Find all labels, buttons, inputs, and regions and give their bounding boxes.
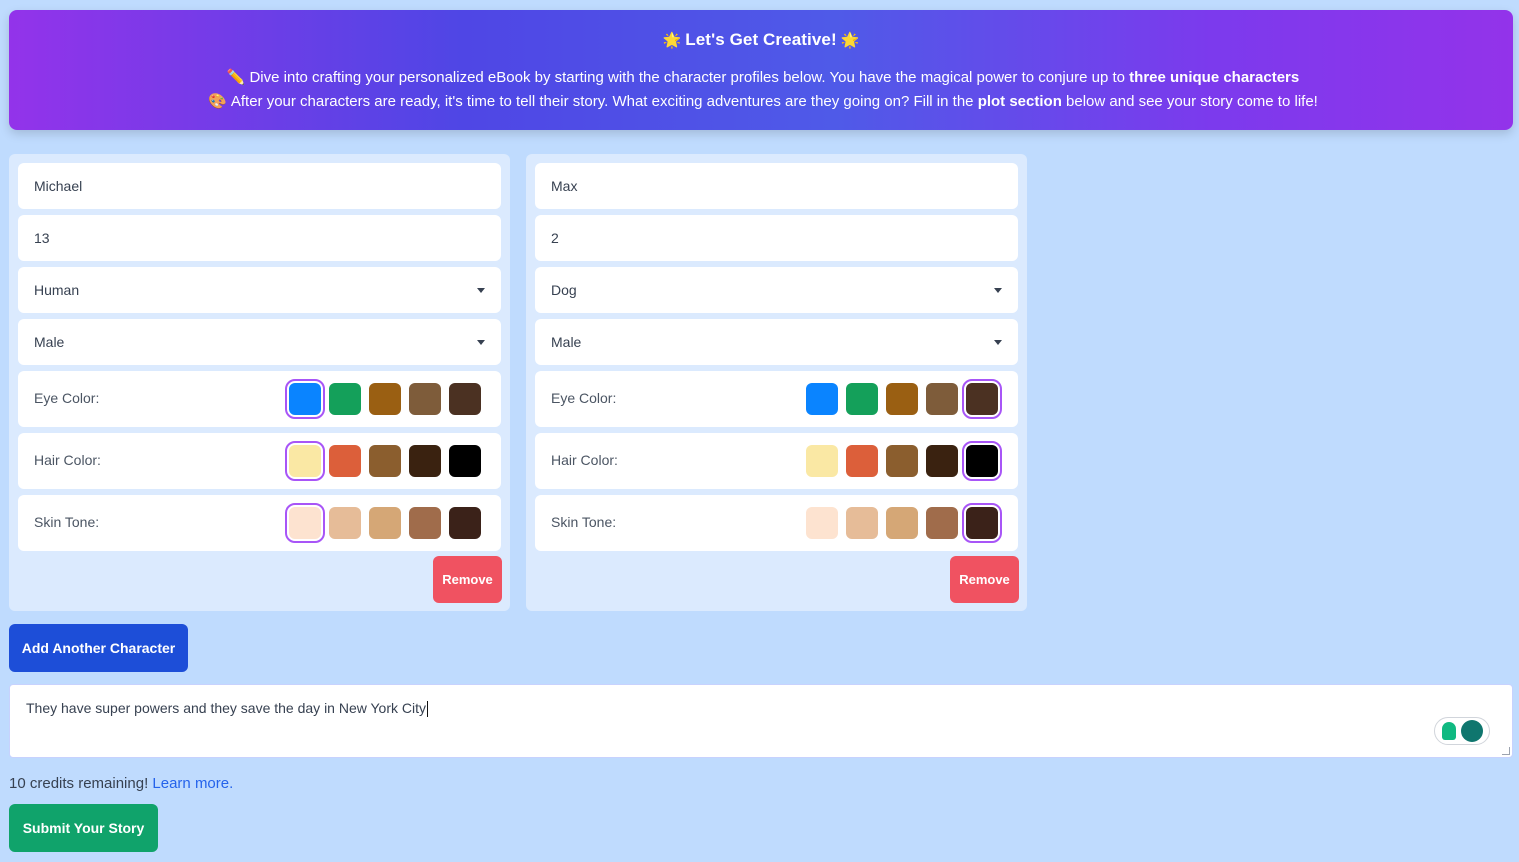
hair-swatch[interactable] (369, 445, 401, 477)
remove-character-button[interactable]: Remove (433, 556, 502, 603)
gender-value: Male (34, 334, 65, 350)
skin-tone-swatches (806, 503, 1002, 543)
skin-tone-label: Skin Tone: (551, 514, 617, 530)
star-icon: 🌟 (662, 32, 682, 49)
hair-swatch[interactable] (329, 445, 361, 477)
banner-line-2-text: After your characters are ready, it's ti… (230, 93, 974, 110)
eye-swatch[interactable] (886, 383, 918, 415)
lightbulb-icon (1441, 722, 1456, 740)
hair-swatch[interactable] (962, 441, 1002, 481)
star-icon: 🌟 (840, 32, 860, 49)
character-card: Michael 13 Human Male Eye Color: Hair Co… (9, 154, 510, 611)
banner-line-1-bold: three unique characters (1129, 69, 1300, 86)
skin-swatch[interactable] (886, 507, 918, 539)
skin-swatch[interactable] (409, 507, 441, 539)
species-select[interactable]: Dog (535, 267, 1018, 313)
submit-story-button[interactable]: Submit Your Story (9, 804, 158, 852)
skin-tone-swatches (285, 503, 481, 543)
hair-swatch[interactable] (285, 441, 325, 481)
skin-swatch[interactable] (962, 503, 1002, 543)
character-name-input[interactable]: Michael (18, 163, 501, 209)
banner-line-1: ✏️ Dive into crafting your personalized e… (9, 68, 1513, 88)
skin-swatch[interactable] (449, 507, 481, 539)
skin-tone-row: Skin Tone: (535, 495, 1018, 551)
eye-swatch[interactable] (329, 383, 361, 415)
species-value: Dog (551, 282, 577, 298)
palette-icon: 🎨 (208, 93, 227, 110)
eye-color-row: Eye Color: (535, 371, 1018, 427)
skin-tone-row: Skin Tone: (18, 495, 501, 551)
gender-value: Male (551, 334, 582, 350)
learn-more-link[interactable]: Learn more. (152, 775, 233, 792)
hair-color-swatches (285, 441, 481, 481)
character-name-input[interactable]: Max (535, 163, 1018, 209)
eye-swatch[interactable] (449, 383, 481, 415)
eye-swatch[interactable] (285, 379, 325, 419)
pencil-icon: ✏️ (226, 69, 246, 86)
eye-color-label: Eye Color: (34, 390, 100, 406)
hair-color-swatches (806, 441, 1002, 481)
banner-title: 🌟 Let's Get Creative! 🌟 (9, 30, 1513, 50)
hair-swatch[interactable] (926, 445, 958, 477)
chevron-down-icon (477, 340, 485, 345)
species-select[interactable]: Human (18, 267, 501, 313)
character-age-input[interactable]: 13 (18, 215, 501, 261)
resize-handle[interactable] (1502, 747, 1510, 755)
character-age-input[interactable]: 2 (535, 215, 1018, 261)
text-cursor (427, 701, 428, 718)
skin-swatch[interactable] (329, 507, 361, 539)
eye-swatch[interactable] (846, 383, 878, 415)
skin-swatch[interactable] (285, 503, 325, 543)
hair-color-row: Hair Color: (18, 433, 501, 489)
skin-swatch[interactable] (369, 507, 401, 539)
grammar-assistant-widget[interactable] (1434, 717, 1490, 745)
skin-swatch[interactable] (926, 507, 958, 539)
banner-title-text: Let's Get Creative! (685, 30, 837, 49)
grammarly-icon (1460, 720, 1483, 742)
hair-swatch[interactable] (409, 445, 441, 477)
hair-swatch[interactable] (886, 445, 918, 477)
eye-color-label: Eye Color: (551, 390, 617, 406)
plot-text: They have super powers and they save the… (26, 700, 426, 716)
eye-color-row: Eye Color: (18, 371, 501, 427)
hair-color-label: Hair Color: (34, 452, 101, 468)
hair-color-row: Hair Color: (535, 433, 1018, 489)
hair-swatch[interactable] (449, 445, 481, 477)
hair-swatch[interactable] (846, 445, 878, 477)
credits-info: 10 credits remaining! Learn more. (9, 775, 233, 792)
gender-select[interactable]: Male (18, 319, 501, 365)
species-value: Human (34, 282, 80, 298)
banner-line-2-tail: below and see your story come to life! (1066, 93, 1318, 110)
chevron-down-icon (477, 288, 485, 293)
eye-swatch[interactable] (926, 383, 958, 415)
hair-color-label: Hair Color: (551, 452, 618, 468)
hair-swatch[interactable] (806, 445, 838, 477)
character-card: Max 2 Dog Male Eye Color: Hair Color: Sk… (526, 154, 1027, 611)
chevron-down-icon (994, 340, 1002, 345)
add-character-button[interactable]: Add Another Character (9, 624, 188, 672)
credits-text: 10 credits remaining! (9, 775, 149, 792)
eye-swatch[interactable] (409, 383, 441, 415)
eye-swatch[interactable] (369, 383, 401, 415)
skin-tone-label: Skin Tone: (34, 514, 100, 530)
banner-line-1-text: Dive into crafting your personalized eBo… (249, 69, 1125, 86)
eye-swatch[interactable] (806, 383, 838, 415)
eye-color-swatches (806, 379, 1002, 419)
plot-textarea[interactable]: They have super powers and they save the… (9, 684, 1513, 758)
banner-line-2: 🎨 After your characters are ready, it's t… (9, 92, 1513, 112)
skin-swatch[interactable] (846, 507, 878, 539)
eye-color-swatches (285, 379, 481, 419)
skin-swatch[interactable] (806, 507, 838, 539)
chevron-down-icon (994, 288, 1002, 293)
eye-swatch[interactable] (962, 379, 1002, 419)
banner-line-2-bold: plot section (977, 93, 1062, 110)
welcome-banner: 🌟 Let's Get Creative! 🌟 ✏️ Dive into crafti… (9, 10, 1513, 130)
gender-select[interactable]: Male (535, 319, 1018, 365)
remove-character-button[interactable]: Remove (950, 556, 1019, 603)
